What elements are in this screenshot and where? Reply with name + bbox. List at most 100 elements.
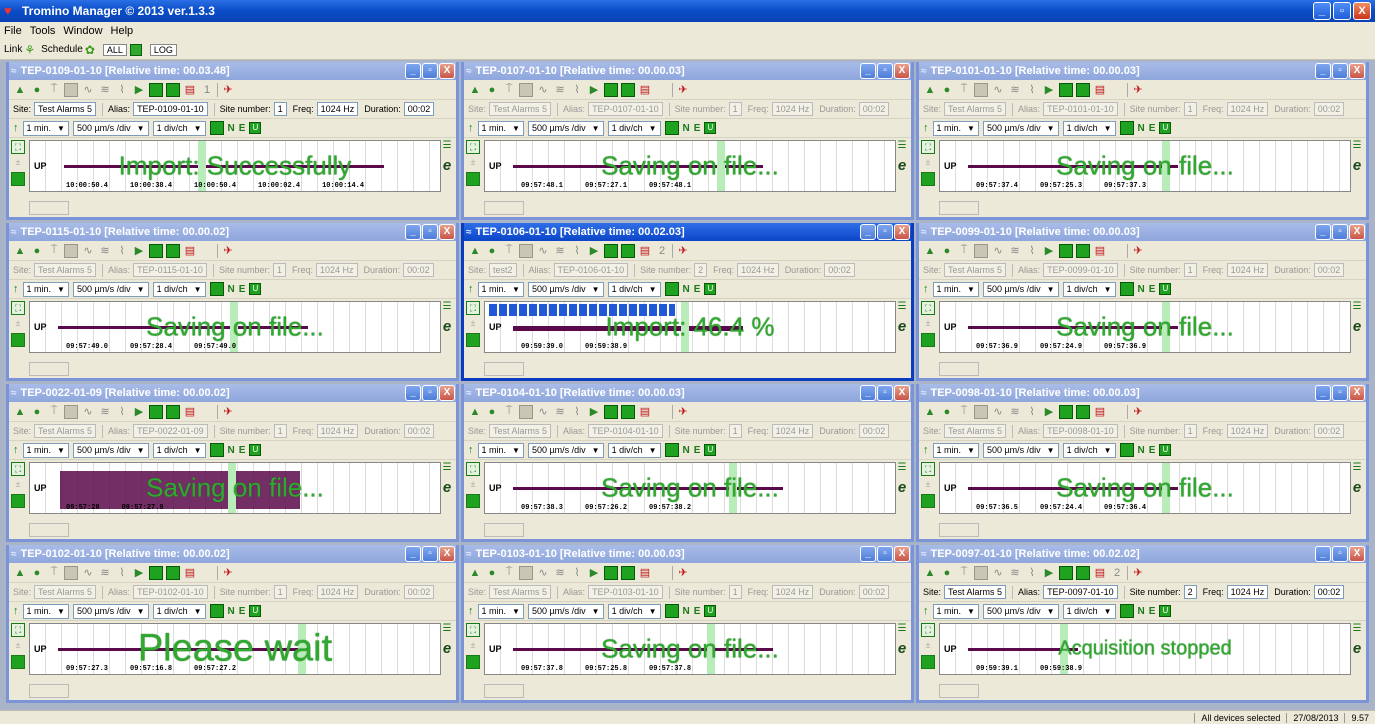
- up-arrow-icon[interactable]: ↑: [468, 444, 474, 456]
- wave-icon[interactable]: ∿: [991, 244, 1005, 258]
- site-number-select[interactable]: 1: [273, 424, 287, 438]
- site-number-select[interactable]: 1: [272, 263, 286, 277]
- up-arrow-icon[interactable]: ↑: [13, 444, 19, 456]
- duration-select[interactable]: 00:02: [403, 263, 434, 277]
- acquire-icon[interactable]: ▲: [13, 566, 27, 580]
- gps-icon[interactable]: ✈: [221, 244, 235, 258]
- antenna-icon[interactable]: ⍑: [502, 566, 516, 580]
- scale-select[interactable]: 1 div/ch ▼: [152, 603, 206, 619]
- device-window-footer[interactable]: [939, 201, 979, 215]
- play-icon[interactable]: ▶: [132, 566, 146, 580]
- play-icon[interactable]: ▶: [1042, 83, 1056, 97]
- clock-icon[interactable]: ●: [940, 566, 954, 580]
- device-window-tep-0109-01-10[interactable]: ≈ TEP-0109-01-10 [Relative time: 00.03.4…: [6, 62, 459, 220]
- list-icon[interactable]: ☰: [898, 301, 907, 312]
- zoom-step-icon[interactable]: ±: [466, 478, 480, 492]
- channel-n-toggle[interactable]: N: [1138, 445, 1145, 456]
- wave-icon[interactable]: ∿: [991, 83, 1005, 97]
- play-icon[interactable]: ▶: [1042, 566, 1056, 580]
- freq-select[interactable]: 1024 Hz: [737, 263, 779, 277]
- chart-icon[interactable]: ⌇: [1025, 244, 1039, 258]
- device-minimize-button[interactable]: _: [1315, 224, 1331, 240]
- up-arrow-icon[interactable]: ↑: [468, 605, 474, 617]
- device-window-title-bar[interactable]: ≈ TEP-0104-01-10 [Relative time: 00.00.0…: [464, 384, 911, 402]
- device-maximize-button[interactable]: ▫: [877, 546, 893, 562]
- zoom-step-icon[interactable]: ±: [466, 639, 480, 653]
- device-minimize-button[interactable]: _: [405, 63, 421, 79]
- clock-icon[interactable]: ●: [30, 405, 44, 419]
- channel-u-toggle[interactable]: U: [1159, 283, 1172, 295]
- device-maximize-button[interactable]: ▫: [877, 385, 893, 401]
- list-icon[interactable]: ☰: [443, 140, 452, 151]
- device-minimize-button[interactable]: _: [1315, 385, 1331, 401]
- menu-help[interactable]: Help: [111, 25, 134, 37]
- play-icon[interactable]: ▶: [587, 566, 601, 580]
- speed-select[interactable]: 500 µm/s /div ▼: [982, 603, 1059, 619]
- chart-icon[interactable]: ⌇: [115, 566, 129, 580]
- device-window-footer[interactable]: [29, 684, 69, 698]
- list-icon[interactable]: ☰: [1353, 462, 1362, 473]
- link-button[interactable]: Link ⚘: [4, 43, 35, 57]
- save-icon[interactable]: [149, 404, 163, 419]
- interval-select[interactable]: 1 min. ▼: [477, 442, 524, 458]
- alias-field[interactable]: TEP-0109-01-10: [133, 102, 208, 116]
- device-close-button[interactable]: X: [439, 546, 455, 562]
- seismogram-plot[interactable]: UP 09:57:38.3 09:57:26.2 09:57:38.2 Saving…: [484, 462, 896, 514]
- alias-field[interactable]: TEP-0102-01-10: [133, 585, 208, 599]
- monitor-icon[interactable]: [974, 82, 988, 97]
- freq-select[interactable]: 1024 Hz: [1226, 585, 1269, 599]
- device-window-tep-0115-01-10[interactable]: ≈ TEP-0115-01-10 [Relative time: 00.00.0…: [6, 223, 459, 381]
- speed-select[interactable]: 500 µm/s /div ▼: [72, 120, 149, 136]
- play-icon[interactable]: ▶: [587, 244, 601, 258]
- close-button[interactable]: X: [1353, 2, 1371, 20]
- alias-field[interactable]: TEP-0104-01-10: [588, 424, 663, 438]
- explorer-icon[interactable]: e: [898, 640, 906, 657]
- acquire-icon[interactable]: ▲: [923, 566, 937, 580]
- spectrum-icon[interactable]: ≋: [98, 405, 112, 419]
- filter-icon[interactable]: [209, 604, 224, 618]
- explorer-icon[interactable]: e: [443, 318, 451, 335]
- device-maximize-button[interactable]: ▫: [422, 385, 438, 401]
- site-field[interactable]: test2: [489, 263, 517, 277]
- interval-select[interactable]: 1 min. ▼: [22, 603, 69, 619]
- gps-icon[interactable]: ✈: [1131, 83, 1145, 97]
- chart-icon[interactable]: ⌇: [1025, 83, 1039, 97]
- filter-icon[interactable]: [1119, 282, 1134, 296]
- zoom-step-icon[interactable]: ±: [11, 317, 25, 331]
- channel-e-toggle[interactable]: E: [1149, 445, 1156, 456]
- channel-e-toggle[interactable]: E: [239, 445, 246, 456]
- chart-icon[interactable]: ⌇: [570, 566, 584, 580]
- device-close-button[interactable]: X: [1349, 63, 1365, 79]
- spectrum-icon[interactable]: ≋: [1008, 244, 1022, 258]
- scale-select[interactable]: 1 div/ch ▼: [152, 281, 206, 297]
- site-number-select[interactable]: 2: [694, 263, 708, 277]
- spectrum-icon[interactable]: ≋: [98, 83, 112, 97]
- site-field[interactable]: Test Alarms 5: [34, 263, 97, 277]
- channel-n-toggle[interactable]: N: [228, 123, 235, 134]
- up-arrow-icon[interactable]: ↑: [13, 605, 19, 617]
- explorer-icon[interactable]: e: [898, 479, 906, 496]
- save-icon[interactable]: [604, 82, 618, 97]
- device-window-title-bar[interactable]: ≈ TEP-0109-01-10 [Relative time: 00.03.4…: [9, 62, 456, 80]
- device-maximize-button[interactable]: ▫: [1332, 546, 1348, 562]
- seismogram-plot[interactable]: UP 10:00:50.4 10:00:38.4 10:00:50.4 10:00:0…: [29, 140, 441, 192]
- stack-icon[interactable]: ▤: [638, 566, 652, 580]
- spectrum-icon[interactable]: ≋: [1008, 83, 1022, 97]
- channel-e-toggle[interactable]: E: [694, 284, 701, 295]
- device-minimize-button[interactable]: _: [860, 224, 876, 240]
- gps-icon[interactable]: ✈: [221, 566, 235, 580]
- monitor-icon[interactable]: [974, 404, 988, 419]
- antenna-icon[interactable]: ⍑: [47, 405, 61, 419]
- list-icon[interactable]: ☰: [898, 462, 907, 473]
- grid-icon[interactable]: [466, 655, 480, 669]
- grid-icon[interactable]: [921, 172, 935, 186]
- grid-icon[interactable]: [921, 655, 935, 669]
- zoom-fit-icon[interactable]: ⛶: [921, 462, 935, 476]
- interval-select[interactable]: 1 min. ▼: [22, 442, 69, 458]
- stack-icon[interactable]: ▤: [638, 244, 652, 258]
- import-icon[interactable]: [166, 82, 180, 97]
- up-arrow-icon[interactable]: ↑: [468, 122, 474, 134]
- channel-u-toggle[interactable]: U: [249, 605, 262, 617]
- clock-icon[interactable]: ●: [485, 405, 499, 419]
- channel-e-toggle[interactable]: E: [694, 445, 701, 456]
